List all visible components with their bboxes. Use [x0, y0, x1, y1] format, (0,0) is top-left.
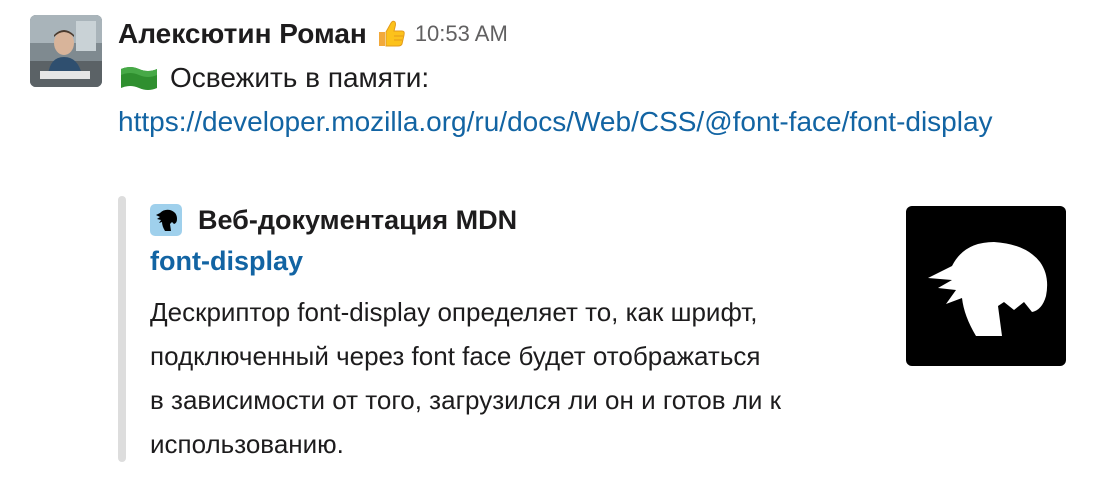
- message-link[interactable]: https://developer.mozilla.org/ru/docs/We…: [118, 100, 998, 144]
- author-avatar[interactable]: [30, 15, 102, 87]
- chat-message: Алексютин Роман 10:53 AM Освежить в памя…: [0, 0, 1098, 480]
- attachment-thumbnail[interactable]: [906, 206, 1066, 366]
- description-line: Дескриптор font-display определяет то, к…: [150, 297, 758, 327]
- message-header: Алексютин Роман 10:53 AM: [118, 14, 508, 54]
- description-line: использованию.: [150, 429, 344, 459]
- mdn-dino-icon: [928, 242, 1048, 336]
- thumbs-up-icon: [375, 18, 407, 50]
- author-name[interactable]: Алексютин Роман: [118, 18, 367, 50]
- message-timestamp[interactable]: 10:53 AM: [415, 21, 508, 47]
- link-preview-attachment: Веб-документация MDN font-display Дескри…: [118, 196, 1068, 462]
- attachment-description: Дескриптор font-display определяет то, к…: [150, 290, 890, 466]
- description-line: в зависимости от того, загрузился ли он …: [150, 385, 782, 415]
- mdn-dino-icon: [150, 204, 182, 236]
- message-body: Освежить в памяти:: [118, 58, 429, 98]
- message-text: Освежить в памяти:: [170, 62, 430, 93]
- attachment-service-name: Веб-документация MDN: [198, 204, 518, 235]
- attachment-title-link[interactable]: font-display: [150, 246, 303, 277]
- attachment-service: Веб-документация MDN: [150, 202, 517, 238]
- flag-icon: [118, 63, 160, 93]
- attachment-border: [118, 196, 126, 462]
- description-line: подключенный через font face будет отобр…: [150, 341, 761, 371]
